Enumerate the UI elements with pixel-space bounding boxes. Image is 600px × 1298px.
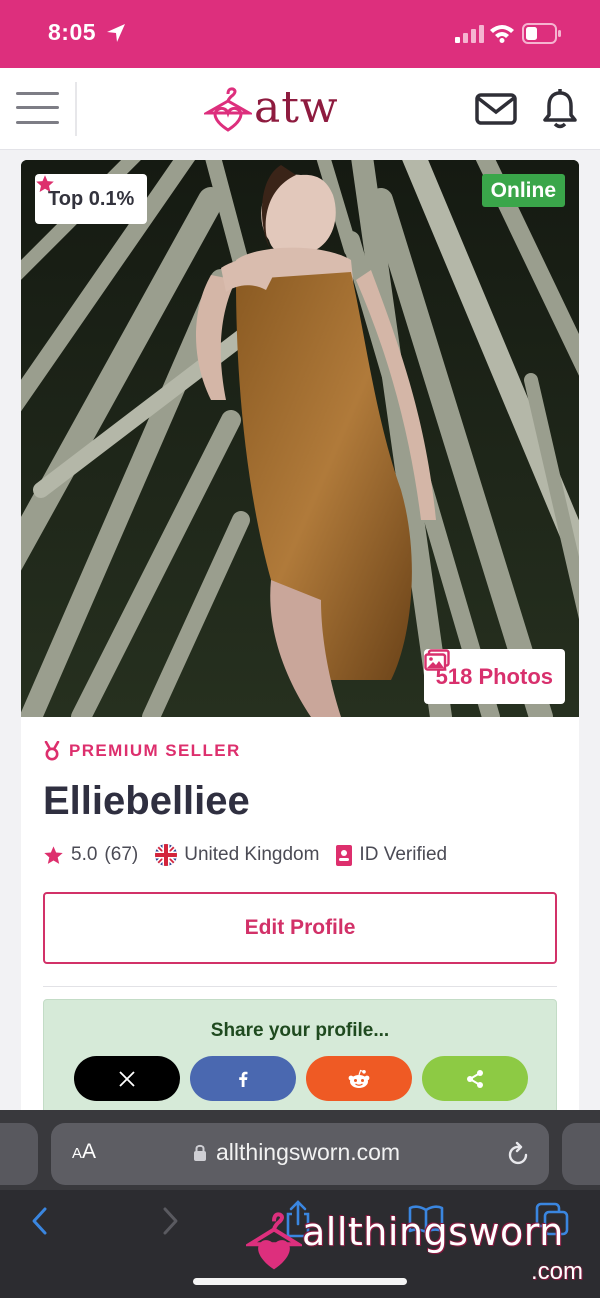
url-text: allthingsworn.com	[216, 1139, 401, 1165]
mail-icon[interactable]	[475, 93, 517, 125]
top-rank-badge: Top 0.1%	[35, 174, 148, 224]
logo-text: atw	[254, 82, 339, 133]
online-status-badge: Online	[481, 174, 565, 207]
premium-seller-label: PREMIUM SELLER	[69, 741, 241, 760]
profile-card: Top 0.1% Online 518 Photos PREMIUM SELLE…	[21, 160, 579, 1120]
photos-count-label: 518 Photos	[435, 663, 553, 689]
share-icon	[467, 1069, 483, 1088]
wifi-icon	[490, 25, 514, 43]
review-count: (67)	[104, 844, 139, 865]
lock-icon	[194, 1144, 206, 1161]
address-bar[interactable]: AA allthingsworn.com	[51, 1123, 549, 1185]
back-icon[interactable]	[30, 1206, 50, 1236]
profile-info: PREMIUM SELLER Elliebelliee 5.0 (67) Uni…	[43, 740, 557, 1120]
id-verified-label: ID Verified	[359, 844, 448, 865]
premium-seller-badge: PREMIUM SELLER	[43, 740, 557, 762]
x-logo-icon	[119, 1070, 135, 1087]
top-rank-label: Top 0.1%	[48, 187, 135, 210]
cellular-signal-icon	[455, 25, 484, 43]
share-generic-button[interactable]	[422, 1056, 528, 1101]
reload-icon[interactable]	[507, 1141, 531, 1167]
status-time: 8:05	[48, 19, 97, 45]
next-tab-preview[interactable]	[562, 1123, 600, 1185]
star-icon	[36, 175, 54, 192]
previous-tab-preview[interactable]	[0, 1123, 38, 1185]
profile-photo[interactable]: Top 0.1% Online 518 Photos	[21, 160, 579, 717]
uk-flag-icon	[155, 844, 178, 866]
edit-profile-button[interactable]: Edit Profile	[43, 892, 557, 964]
watermark-text: allthingsworn	[302, 1210, 564, 1254]
divider	[43, 986, 557, 987]
home-indicator	[193, 1278, 407, 1285]
username: Elliebelliee	[43, 779, 250, 823]
watermark: allthingsworn .com	[246, 1200, 596, 1290]
text-size-button[interactable]: AA	[72, 1140, 96, 1164]
medal-icon	[44, 741, 60, 761]
site-logo[interactable]: atw	[204, 82, 354, 134]
country-label: United Kingdom	[184, 844, 320, 865]
bell-icon[interactable]	[542, 88, 578, 130]
id-verified: ID Verified	[336, 844, 447, 866]
forward-icon[interactable]	[160, 1206, 180, 1236]
profile-meta-row: 5.0 (67) United Kingdom ID Verified	[43, 842, 557, 868]
photos-button[interactable]: 518 Photos	[423, 649, 565, 704]
share-profile-box: Share your profile...	[43, 999, 557, 1120]
reddit-icon	[348, 1069, 370, 1088]
country: United Kingdom	[155, 844, 319, 866]
share-reddit-button[interactable]	[306, 1056, 412, 1101]
share-facebook-button[interactable]	[190, 1056, 296, 1101]
hanger-heart-logo-icon	[204, 87, 252, 132]
images-icon	[423, 649, 450, 671]
id-badge-icon	[336, 844, 353, 866]
facebook-icon	[239, 1071, 248, 1087]
status-bar: 8:05	[0, 0, 600, 68]
star-icon	[44, 845, 63, 864]
photo-illustration	[21, 160, 579, 717]
battery-icon	[522, 23, 561, 44]
site-header: atw	[0, 68, 600, 150]
location-arrow-icon	[107, 24, 125, 42]
rating[interactable]: 5.0 (67)	[43, 844, 138, 866]
share-x-button[interactable]	[74, 1056, 180, 1101]
header-divider	[75, 82, 77, 136]
share-title: Share your profile...	[210, 1020, 390, 1041]
rating-value: 5.0	[71, 844, 98, 865]
watermark-suffix: .com	[531, 1258, 584, 1285]
hanger-heart-watermark-icon	[246, 1212, 302, 1270]
menu-icon[interactable]	[16, 90, 59, 126]
